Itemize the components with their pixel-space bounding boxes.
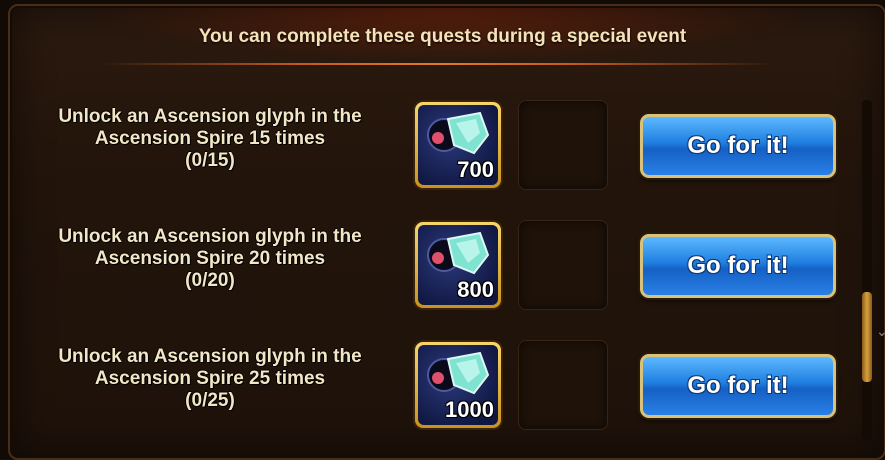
go-for-it-button[interactable]: Go for it!	[640, 114, 836, 178]
reward-slot[interactable]: 1000	[415, 342, 501, 428]
quest-row: Unlock an Ascension glyph in the Ascensi…	[0, 340, 885, 456]
quest-text-line: Ascension Spire 15 times	[94, 128, 326, 149]
quest-progress: (0/20)	[185, 270, 235, 291]
reward-amount: 1000	[445, 397, 494, 422]
quest-window: You can complete these quests during a s…	[0, 0, 885, 460]
reward-amount: 800	[457, 277, 494, 302]
panel-title: You can complete these quests during a s…	[198, 26, 687, 47]
chevron-down-icon[interactable]: ⌄	[876, 324, 885, 340]
reward-slot[interactable]: 700	[415, 102, 501, 188]
empty-reward-slot	[518, 340, 608, 430]
quest-description: Unlock an Ascension glyph in the Ascensi…	[40, 346, 380, 412]
header-divider	[100, 63, 775, 65]
quest-text-line: Ascension Spire 20 times	[94, 248, 326, 269]
empty-reward-slot	[518, 220, 608, 310]
reward-slot[interactable]: 800	[415, 222, 501, 308]
quest-row: Unlock an Ascension glyph in the Ascensi…	[0, 100, 885, 216]
quest-text-line: Unlock an Ascension glyph in the	[58, 106, 362, 127]
scrollbar-track[interactable]	[862, 100, 872, 440]
quest-progress: (0/25)	[185, 390, 235, 411]
scrollbar-thumb[interactable]	[862, 292, 872, 382]
quest-text-line: Unlock an Ascension glyph in the	[58, 346, 362, 367]
quest-progress: (0/15)	[185, 150, 235, 171]
quest-description: Unlock an Ascension glyph in the Ascensi…	[40, 226, 380, 292]
go-for-it-button[interactable]: Go for it!	[640, 234, 836, 298]
empty-reward-slot	[518, 100, 608, 190]
quest-text-line: Unlock an Ascension glyph in the	[58, 226, 362, 247]
go-for-it-button[interactable]: Go for it!	[640, 354, 836, 418]
reward-amount: 700	[457, 157, 494, 182]
quest-row: Unlock an Ascension glyph in the Ascensi…	[0, 220, 885, 336]
quest-description: Unlock an Ascension glyph in the Ascensi…	[40, 106, 380, 172]
quest-text-line: Ascension Spire 25 times	[94, 368, 326, 389]
